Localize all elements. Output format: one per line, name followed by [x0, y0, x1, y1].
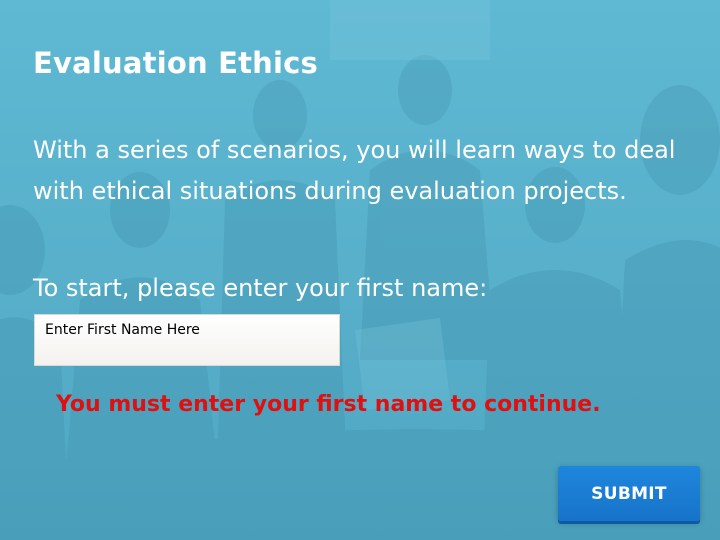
- course-slide: Evaluation Ethics With a series of scena…: [0, 0, 720, 540]
- submit-button[interactable]: SUBMIT: [558, 466, 700, 521]
- intro-text: With a series of scenarios, you will lea…: [33, 136, 676, 205]
- validation-error-message: You must enter your first name to contin…: [56, 392, 601, 417]
- name-prompt-label: To start, please enter your first name:: [33, 274, 488, 302]
- office-team-background-image: [0, 0, 720, 540]
- first-name-input[interactable]: [34, 314, 340, 366]
- page-title: Evaluation Ethics: [33, 46, 319, 80]
